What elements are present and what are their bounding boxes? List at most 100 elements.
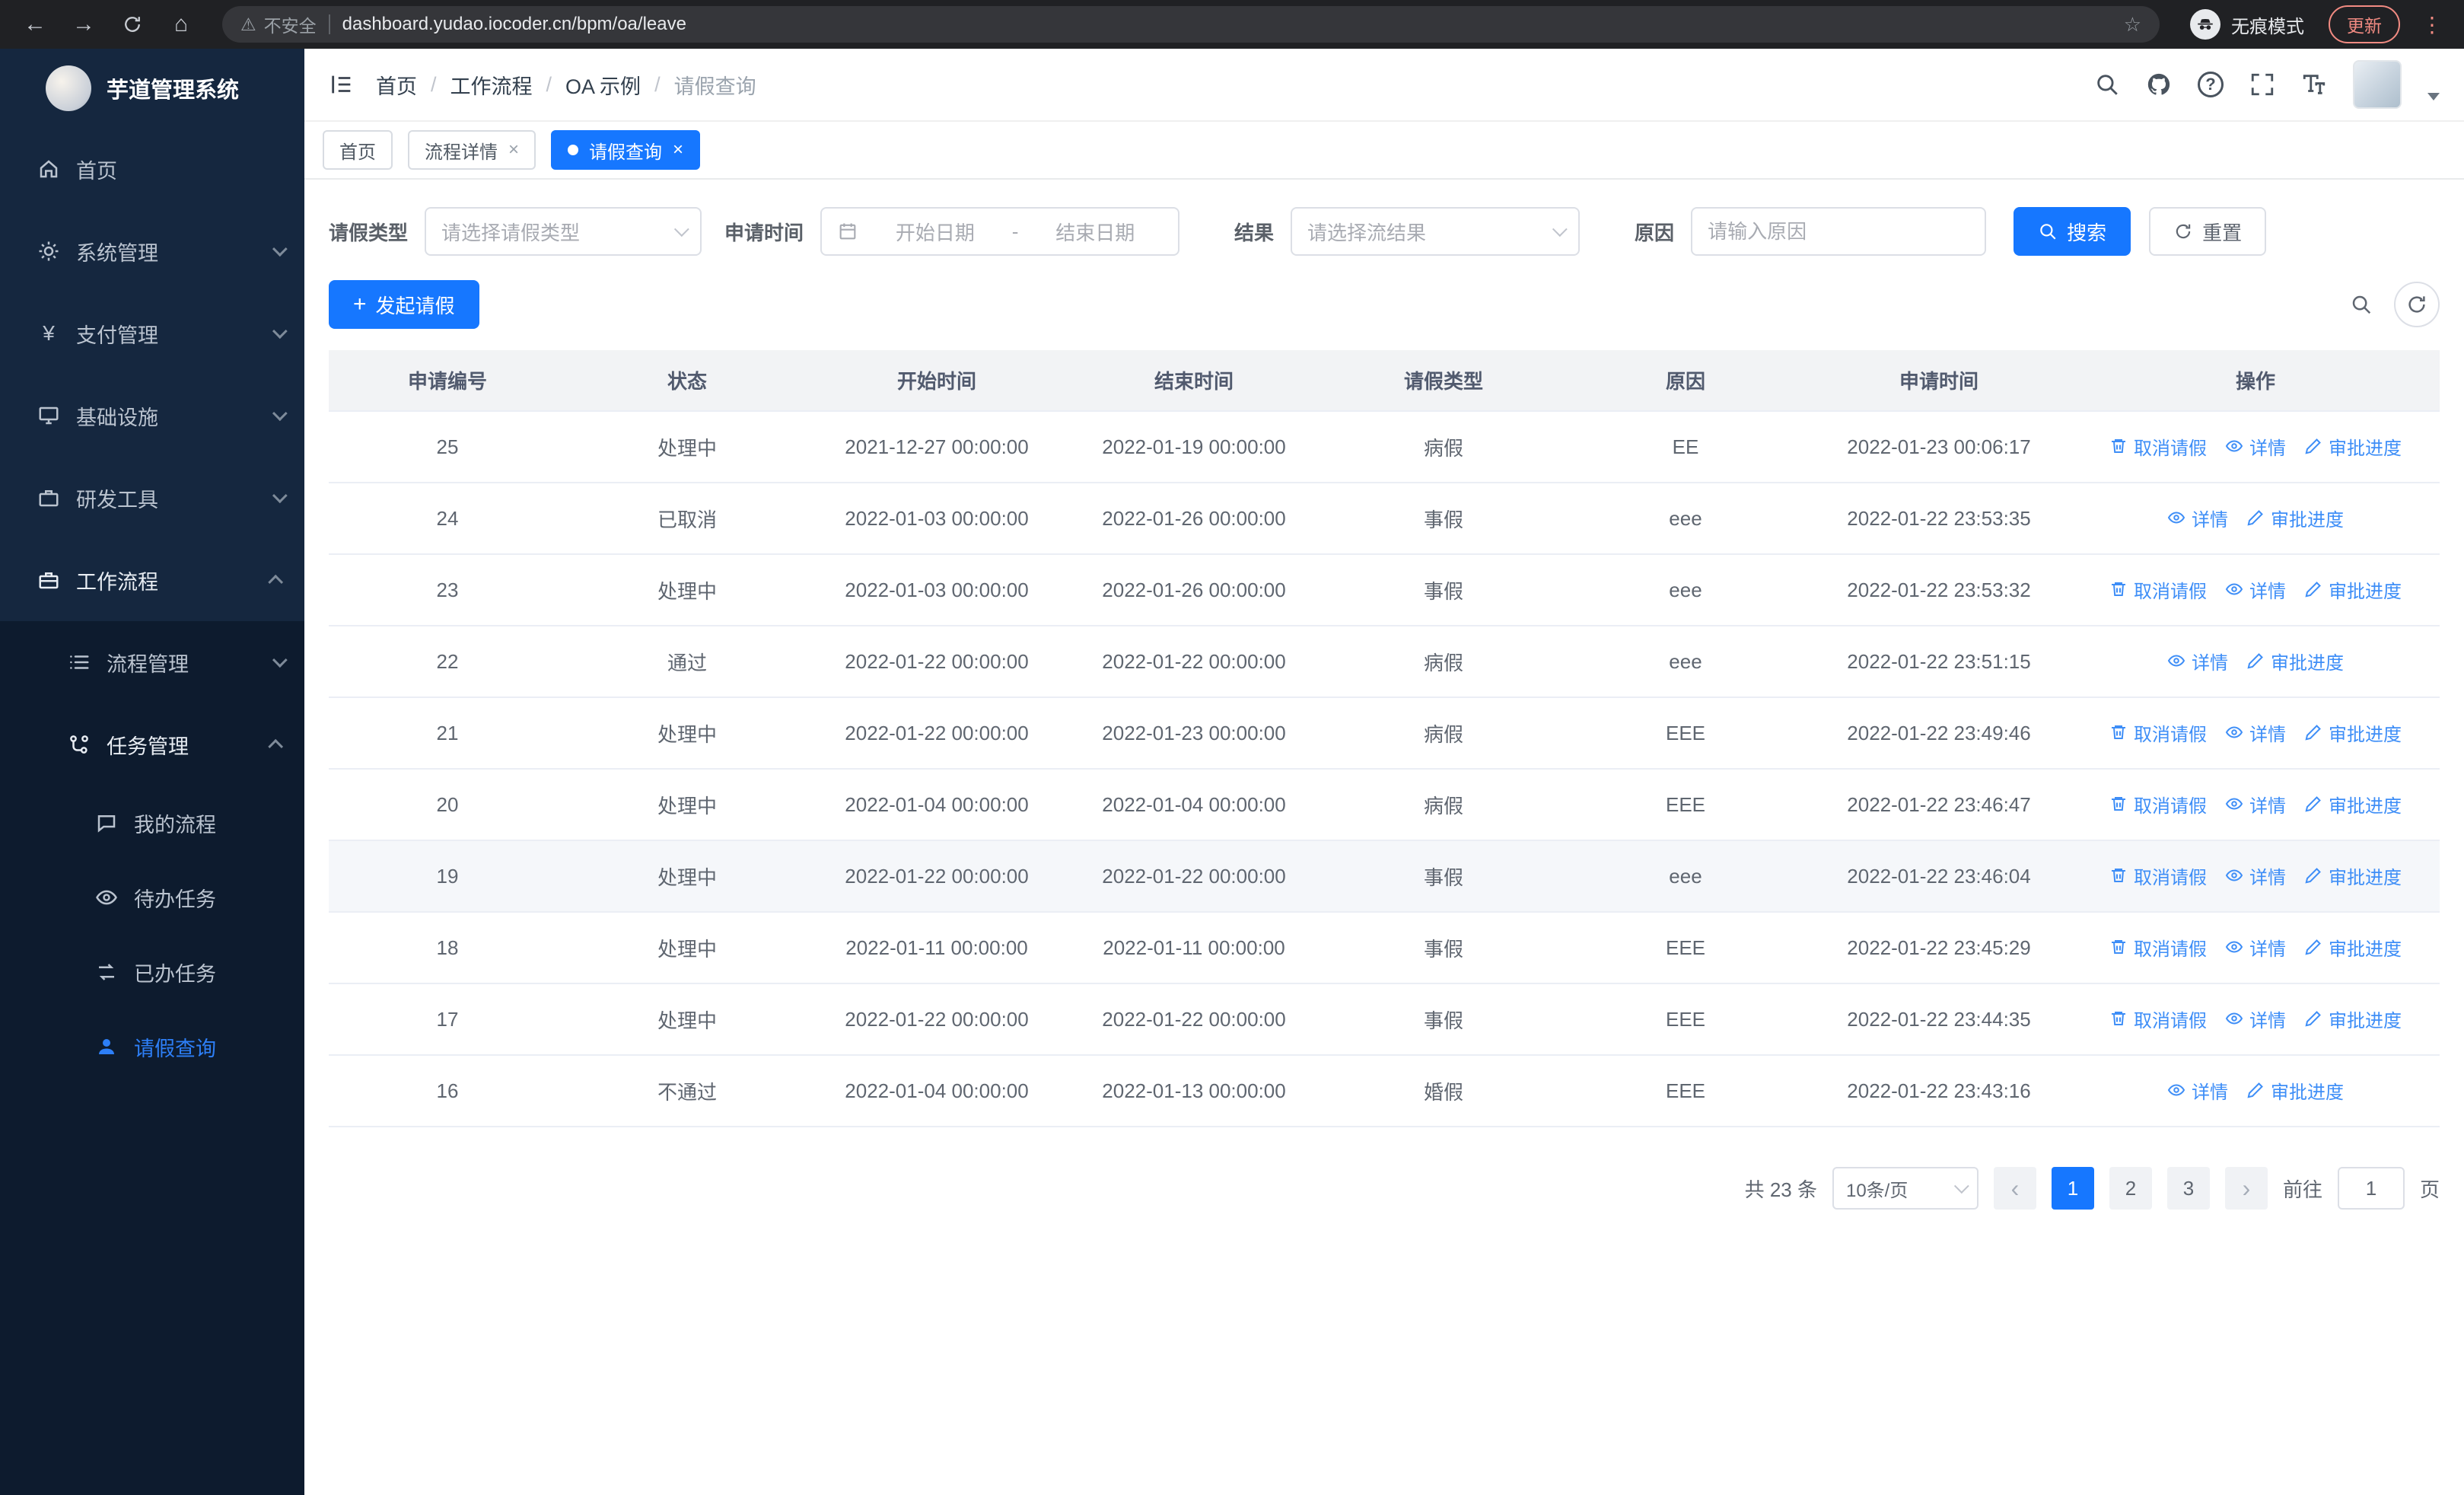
sidebar-item-workflow[interactable]: 工作流程 (0, 539, 304, 621)
reset-button[interactable]: 重置 (2149, 207, 2267, 256)
sidebar-item-dev-tools[interactable]: 研发工具 (0, 457, 304, 539)
page-button-2[interactable]: 2 (2109, 1167, 2152, 1210)
create-leave-button[interactable]: + 发起请假 (329, 280, 479, 329)
approval-progress-link[interactable]: 审批进度 (2304, 433, 2402, 460)
update-button[interactable]: 更新 (2329, 5, 2400, 43)
sidebar-item-payment-management[interactable]: ¥ 支付管理 (0, 292, 304, 375)
table-row: 23 处理中 2022-01-03 00:00:00 2022-01-26 00:00… (329, 554, 2440, 626)
page-size-select[interactable]: 10条/页 (1832, 1167, 1979, 1210)
approval-progress-link[interactable]: 审批进度 (2246, 505, 2344, 531)
cancel-leave-link[interactable]: 取消请假 (2109, 433, 2207, 460)
fullscreen-icon[interactable] (2249, 72, 2275, 97)
table-refresh-button[interactable] (2394, 282, 2440, 327)
goto-page-input[interactable] (2337, 1167, 2405, 1210)
reason-input[interactable] (1692, 209, 1985, 254)
detail-link[interactable]: 详情 (2225, 576, 2286, 603)
tab-process-detail[interactable]: 流程详情 × (408, 130, 536, 170)
cell-actions: 详情 审批进度 (2071, 1055, 2440, 1127)
cancel-leave-link[interactable]: 取消请假 (2109, 791, 2207, 818)
edit-icon (2304, 580, 2322, 598)
address-bar[interactable]: ⚠ 不安全 dashboard.yudao.iocoder.cn/bpm/oa/… (222, 6, 2160, 43)
breadcrumb-separator: / (654, 72, 661, 96)
cancel-leave-link[interactable]: 取消请假 (2109, 862, 2207, 889)
search-icon[interactable] (2094, 72, 2120, 97)
table-search-icon[interactable] (2350, 293, 2373, 316)
detail-link[interactable]: 详情 (2225, 719, 2286, 746)
approval-progress-link[interactable]: 审批进度 (2304, 791, 2402, 818)
branch-icon (67, 733, 91, 756)
sidebar-item-label: 系统管理 (76, 241, 158, 265)
approval-progress-link[interactable]: 审批进度 (2304, 719, 2402, 746)
warning-icon: ⚠ (240, 14, 256, 34)
sidebar-item-leave-query[interactable]: 请假查询 (0, 1009, 304, 1084)
detail-link[interactable]: 详情 (2167, 505, 2228, 531)
sidebar-item-home[interactable]: 首页 (0, 128, 304, 210)
approval-progress-link[interactable]: 审批进度 (2304, 576, 2402, 603)
bookmark-star-icon[interactable]: ☆ (2124, 13, 2141, 37)
breadcrumb-item[interactable]: 工作流程 (450, 70, 533, 100)
sidebar-item-infrastructure[interactable]: 基础设施 (0, 375, 304, 457)
breadcrumb-item[interactable]: OA 示例 (565, 70, 641, 100)
apply-time-range-picker[interactable]: 开始日期 - 结束日期 (820, 207, 1180, 256)
cell-applied: 2022-01-22 23:49:46 (1807, 697, 2071, 770)
trash-icon (2109, 580, 2128, 598)
sidebar-item-my-processes[interactable]: 我的流程 (0, 786, 304, 860)
avatar-dropdown-caret[interactable] (2427, 93, 2440, 100)
sidebar-item-process-management[interactable]: 流程管理 (0, 621, 304, 703)
next-page-button[interactable]: › (2224, 1167, 2268, 1210)
close-icon[interactable]: × (673, 139, 683, 161)
approval-progress-link[interactable]: 审批进度 (2304, 1006, 2402, 1032)
browser-toolbar: ← → ⌂ ⚠ 不安全 dashboard.yudao.iocoder.cn/b… (0, 0, 2464, 49)
eye-icon (2225, 938, 2243, 956)
incognito-icon (2190, 9, 2220, 40)
cancel-leave-link[interactable]: 取消请假 (2109, 719, 2207, 746)
breadcrumb-item[interactable]: 首页 (376, 70, 417, 100)
detail-link[interactable]: 详情 (2167, 648, 2228, 674)
back-button[interactable]: ← (15, 5, 55, 44)
approval-progress-link[interactable]: 审批进度 (2304, 862, 2402, 889)
tab-home[interactable]: 首页 (323, 130, 393, 170)
cancel-leave-link[interactable]: 取消请假 (2109, 576, 2207, 603)
forward-button[interactable]: → (64, 5, 103, 44)
cell-actions: 取消请假 详情 审批进度 (2071, 554, 2440, 626)
tab-leave-query[interactable]: 请假查询 × (551, 130, 701, 170)
detail-link[interactable]: 详情 (2225, 791, 2286, 818)
page-button-3[interactable]: 3 (2166, 1167, 2210, 1210)
home-button[interactable]: ⌂ (161, 5, 201, 44)
sidebar-item-todo-tasks[interactable]: 待办任务 (0, 860, 304, 935)
cancel-leave-link[interactable]: 取消请假 (2109, 934, 2207, 961)
cell-reason: eee (1565, 626, 1807, 698)
prev-page-button[interactable]: ‹ (1993, 1167, 2036, 1210)
reason-field (1691, 207, 1987, 256)
leave-type-select[interactable]: 请选择请假类型 (425, 207, 702, 256)
app-logo[interactable]: 芋道管理系统 (0, 49, 304, 128)
sidebar-item-system-management[interactable]: 系统管理 (0, 210, 304, 292)
close-icon[interactable]: × (508, 139, 519, 161)
end-date-placeholder: 结束日期 (1055, 221, 1135, 244)
cell-status: 处理中 (566, 769, 808, 841)
detail-link[interactable]: 详情 (2167, 1077, 2228, 1104)
page-button-1[interactable]: 1 (2051, 1167, 2094, 1210)
approval-progress-link[interactable]: 审批进度 (2246, 1077, 2344, 1104)
browser-menu-button[interactable]: ⋮ (2415, 12, 2449, 37)
approval-progress-link[interactable]: 审批进度 (2246, 648, 2344, 674)
sidebar-item-done-tasks[interactable]: 已办任务 (0, 935, 304, 1009)
eye-icon (2167, 508, 2185, 527)
sidebar-item-label: 请假查询 (134, 1037, 216, 1060)
sidebar-collapse-icon[interactable] (329, 72, 355, 97)
reload-button[interactable] (113, 5, 152, 44)
result-select[interactable]: 请选择流结果 (1291, 207, 1581, 256)
detail-link[interactable]: 详情 (2225, 433, 2286, 460)
github-icon[interactable] (2146, 72, 2172, 97)
search-button[interactable]: 搜索 (2014, 207, 2131, 256)
cancel-leave-link[interactable]: 取消请假 (2109, 1006, 2207, 1032)
detail-link[interactable]: 详情 (2225, 862, 2286, 889)
security-chip[interactable]: ⚠ 不安全 (240, 11, 317, 37)
approval-progress-link[interactable]: 审批进度 (2304, 934, 2402, 961)
sidebar-item-task-management[interactable]: 任务管理 (0, 703, 304, 786)
help-icon[interactable]: ? (2198, 72, 2224, 97)
user-avatar[interactable] (2353, 60, 2402, 109)
detail-link[interactable]: 详情 (2225, 1006, 2286, 1032)
detail-link[interactable]: 详情 (2225, 934, 2286, 961)
font-size-icon[interactable] (2301, 72, 2327, 97)
